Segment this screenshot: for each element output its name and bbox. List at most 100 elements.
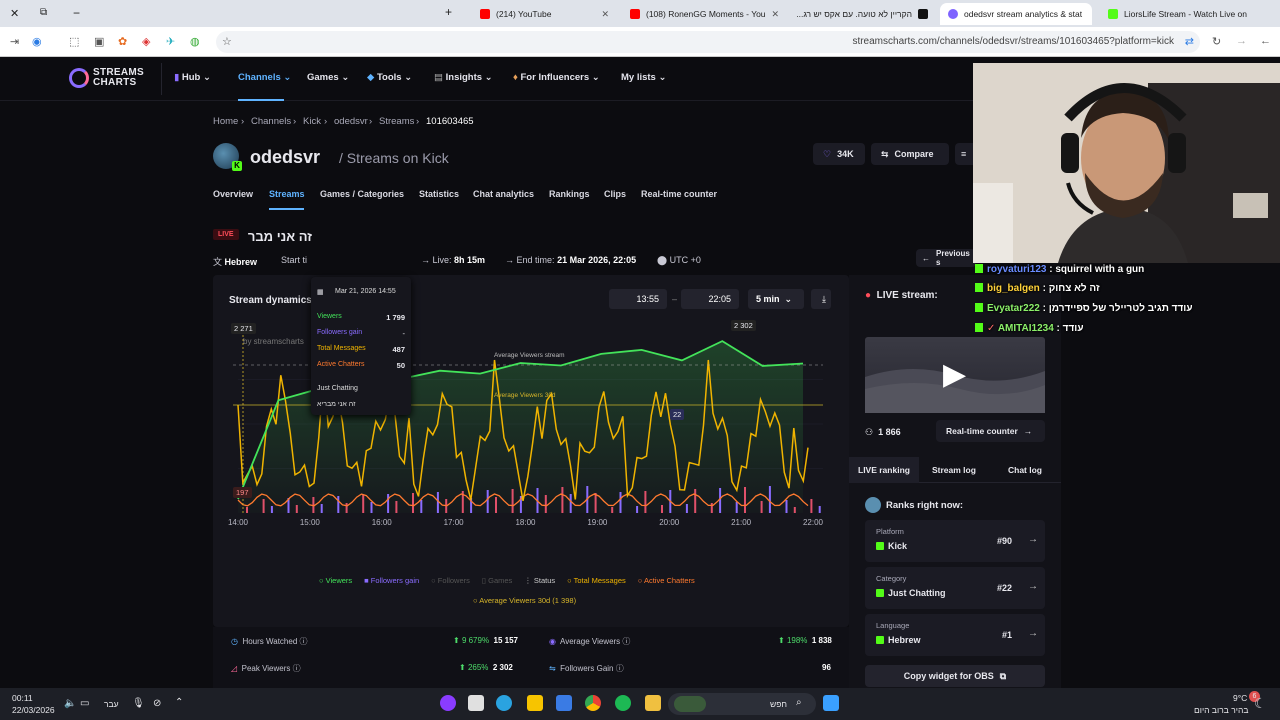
chevron-up-icon[interactable]: ⌃: [175, 697, 183, 708]
logo-line2: CHARTS: [93, 77, 137, 88]
spotify-icon[interactable]: [615, 695, 631, 711]
speaker-icon[interactable]: 🔈: [64, 698, 76, 709]
nav-channels[interactable]: Channels ⌄: [238, 72, 291, 83]
translate-icon[interactable]: ✈: [166, 35, 175, 48]
minimize-icon[interactable]: −: [73, 6, 80, 20]
file-explorer-icon[interactable]: [645, 695, 661, 711]
breadcrumb-home[interactable]: Home: [213, 116, 238, 127]
tab-chat-log[interactable]: Chat log: [1008, 465, 1042, 475]
play-icon[interactable]: ▶: [943, 357, 966, 392]
chrome-icon[interactable]: [585, 695, 601, 711]
weather-desc[interactable]: בהיר ברוב היום: [1194, 705, 1248, 715]
nav-my-lists[interactable]: My lists ⌄: [621, 72, 666, 83]
rank-card-platform[interactable]: Platform Kick #90 →: [865, 520, 1045, 562]
network-icon[interactable]: ▭: [80, 698, 89, 709]
profile-icon[interactable]: ◉: [32, 35, 42, 48]
reload-icon[interactable]: ↻: [1212, 35, 1221, 48]
tab-youtube[interactable]: (214) YouTube ✕: [472, 3, 617, 25]
app-icon[interactable]: [527, 695, 543, 711]
breadcrumb-channel[interactable]: odedsvr: [334, 116, 368, 127]
tab-chat-analytics[interactable]: Chat analytics: [473, 189, 534, 199]
app-icon[interactable]: [440, 695, 456, 711]
clock-time[interactable]: 00:11: [12, 693, 33, 703]
tab-stream-log[interactable]: Stream log: [932, 465, 976, 475]
breadcrumb-kick[interactable]: Kick: [303, 116, 321, 127]
extension-icon[interactable]: ⬚: [69, 35, 79, 48]
microphone-icon[interactable]: 🎙: [132, 698, 145, 709]
tab-games-categories[interactable]: Games / Categories: [320, 189, 404, 199]
close-tab-icon[interactable]: ✕: [601, 9, 609, 20]
address-bar[interactable]: ☆ streamscharts.com/channels/odedsvr/str…: [216, 31, 1200, 53]
nav-tools[interactable]: ◆ Tools ⌄: [367, 72, 412, 83]
app-icon[interactable]: [468, 695, 484, 711]
telegram-icon[interactable]: [496, 695, 512, 711]
compare-button[interactable]: ⇆ Compare: [871, 143, 949, 165]
sidebar-icon[interactable]: ⇥: [10, 35, 19, 48]
site-info-icon[interactable]: ⇄: [1185, 35, 1194, 48]
tab-tiktok[interactable]: הקריין לא טועה. עם אקס יש רג...: [786, 3, 936, 25]
addon-icon[interactable]: ◈: [142, 35, 150, 48]
tab-streams[interactable]: Streams: [269, 189, 305, 199]
addon-icon[interactable]: ✿: [118, 35, 127, 48]
notifications-off-icon[interactable]: ⊘: [153, 698, 161, 709]
nav-insights[interactable]: ▤ Insights ⌄: [434, 72, 493, 83]
close-window-icon[interactable]: ✕: [10, 7, 19, 20]
live-viewers-value: 1 866: [878, 427, 901, 437]
arrow-right-icon[interactable]: →: [1028, 534, 1038, 545]
breadcrumb-streams[interactable]: Streams: [379, 116, 414, 127]
legend-status[interactable]: ⋮ Status: [524, 576, 555, 585]
tab-streamscharts[interactable]: odedsvr stream analytics & stat: [940, 3, 1092, 25]
tab-actions-icon[interactable]: ⧉: [40, 7, 47, 18]
chart-legend: ○ Viewers ■ Followers gain ○ Followers ▯…: [319, 576, 695, 585]
forward-icon[interactable]: →: [1236, 35, 1247, 47]
back-icon[interactable]: ←: [1260, 35, 1271, 47]
windows-start-icon[interactable]: [823, 695, 839, 711]
weather-temp[interactable]: 9°C: [1233, 693, 1247, 703]
tab-clips[interactable]: Clips: [604, 189, 626, 199]
app-grid-icon[interactable]: [556, 695, 572, 711]
legend-viewers[interactable]: ○ Viewers: [319, 576, 352, 585]
previous-stream-button[interactable]: ← Previous s: [916, 249, 976, 267]
breadcrumb-channels[interactable]: Channels: [251, 116, 291, 127]
language-meta: 文 Hebrew: [213, 255, 257, 268]
legend-games[interactable]: ▯ Games: [482, 576, 512, 585]
tab-statistics[interactable]: Statistics: [419, 189, 459, 199]
copy-widget-button[interactable]: Copy widget for OBS ⧉: [865, 665, 1045, 687]
new-tab-icon[interactable]: +: [445, 5, 452, 19]
tab-rankings[interactable]: Rankings: [549, 189, 590, 199]
tab-overview[interactable]: Overview: [213, 189, 253, 199]
legend-active-chatters[interactable]: ○ Active Chatters: [638, 576, 695, 585]
stream-title: זה אני מבריא: [248, 229, 312, 244]
clock-date[interactable]: 22/03/2026: [12, 705, 55, 715]
followers-gain-bar: [412, 493, 414, 513]
screenshot-icon[interactable]: ▣: [94, 35, 104, 48]
streamscharts-logo[interactable]: STREAMS CHARTS: [69, 68, 144, 88]
tiktok-icon: [918, 9, 928, 19]
moon-icon[interactable]: ☾: [1254, 695, 1267, 712]
live-player[interactable]: ▶: [865, 337, 1045, 413]
tab-realtime-counter[interactable]: Real-time counter: [641, 189, 717, 199]
close-tab-icon[interactable]: ✕: [772, 9, 780, 20]
nav-games[interactable]: Games ⌄: [307, 72, 349, 83]
language-indicator[interactable]: עבר: [104, 699, 119, 709]
legend-avg-30d[interactable]: ○ Average Viewers 30d (1 398): [473, 596, 576, 605]
followers-gain-bar: [818, 506, 821, 513]
star-icon[interactable]: ☆: [222, 35, 232, 48]
tab-live-ranking[interactable]: LIVE ranking: [858, 465, 910, 475]
legend-total-messages[interactable]: ○ Total Messages: [567, 576, 626, 585]
tab-ronengg[interactable]: (108) RonenGG Moments - You ✕: [622, 3, 782, 25]
realtime-counter-button[interactable]: Real-time counter →: [936, 420, 1045, 442]
nav-hub[interactable]: ▮ Hub ⌄: [174, 72, 211, 83]
taskbar-search[interactable]: חפש ⌕: [668, 693, 816, 715]
rank-card-category[interactable]: Category Just Chatting #22 →: [865, 567, 1045, 609]
nav-for-influencers[interactable]: ♦ For Influencers ⌄: [513, 72, 600, 83]
arrow-right-icon[interactable]: →: [1028, 628, 1038, 639]
grammar-icon[interactable]: ◍: [190, 35, 200, 48]
arrow-right-icon[interactable]: →: [1028, 581, 1038, 592]
like-button[interactable]: ♡ 34K: [813, 143, 865, 165]
legend-followers-gain[interactable]: ■ Followers gain: [364, 576, 419, 585]
legend-followers[interactable]: ○ Followers: [431, 576, 470, 585]
checkmark-icon: ✓: [987, 323, 996, 334]
rank-card-language[interactable]: Language Hebrew #1 →: [865, 614, 1045, 656]
tab-liorslife[interactable]: LiorsLife Stream - Watch Live on: [1100, 3, 1250, 25]
